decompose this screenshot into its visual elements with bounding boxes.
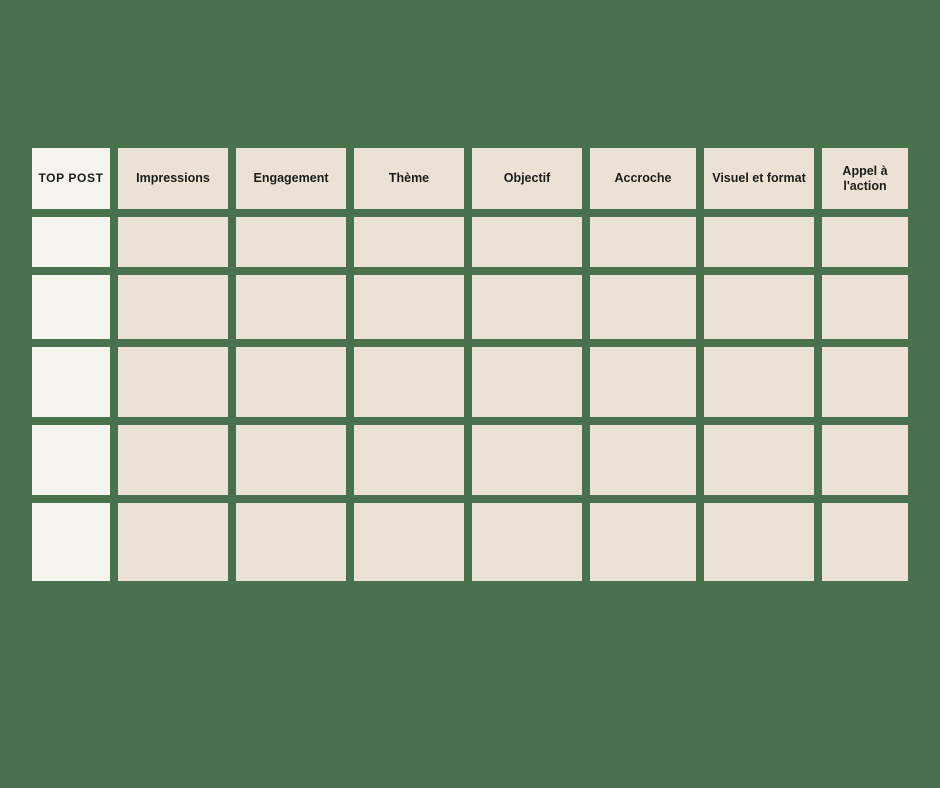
table-cell-engagement[interactable] — [236, 503, 346, 581]
table-cell-top-post[interactable] — [32, 347, 110, 417]
table-cell-impressions[interactable] — [118, 425, 228, 495]
table-row — [32, 503, 908, 581]
table-cell-appel-a-l-action[interactable] — [822, 217, 908, 267]
column-header-label: Thème — [388, 171, 430, 186]
table-cell-objectif[interactable] — [472, 347, 582, 417]
table-cell-impressions[interactable] — [118, 347, 228, 417]
table-cell-top-post[interactable] — [32, 275, 110, 339]
table-cell-appel-a-l-action[interactable] — [822, 275, 908, 339]
table-cell-top-post[interactable] — [32, 217, 110, 267]
table-cell-engagement[interactable] — [236, 217, 346, 267]
table-row — [32, 425, 908, 495]
table-cell-visuel-et-format[interactable] — [704, 425, 814, 495]
table-cell-accroche[interactable] — [590, 275, 696, 339]
table-cell-top-post[interactable] — [32, 503, 110, 581]
table-cell-visuel-et-format[interactable] — [704, 503, 814, 581]
table-cell-accroche[interactable] — [590, 425, 696, 495]
column-header-engagement[interactable]: Engagement — [236, 148, 346, 209]
table-cell-impressions[interactable] — [118, 503, 228, 581]
table-cell-accroche[interactable] — [590, 217, 696, 267]
table-cell-visuel-et-format[interactable] — [704, 217, 814, 267]
table-cell-engagement[interactable] — [236, 347, 346, 417]
top-post-planner-table: TOP POST Impressions Engagement Thème Ob… — [32, 148, 908, 581]
table-cell-theme[interactable] — [354, 503, 464, 581]
table-cell-theme[interactable] — [354, 425, 464, 495]
table-cell-theme[interactable] — [354, 275, 464, 339]
table-cell-impressions[interactable] — [118, 275, 228, 339]
column-header-top-post[interactable]: TOP POST — [32, 148, 110, 209]
table-row — [32, 217, 908, 267]
column-header-impressions[interactable]: Impressions — [118, 148, 228, 209]
table-cell-objectif[interactable] — [472, 425, 582, 495]
column-header-objectif[interactable]: Objectif — [472, 148, 582, 209]
column-header-label: Accroche — [614, 171, 672, 186]
table-cell-visuel-et-format[interactable] — [704, 275, 814, 339]
column-header-label: Appel à l'action — [842, 164, 888, 193]
column-header-label: Impressions — [136, 171, 210, 186]
table-cell-engagement[interactable] — [236, 275, 346, 339]
column-header-label: Engagement — [253, 171, 329, 186]
table-cell-accroche[interactable] — [590, 347, 696, 417]
table-cell-objectif[interactable] — [472, 503, 582, 581]
column-header-label: Objectif — [503, 171, 551, 186]
table-cell-impressions[interactable] — [118, 217, 228, 267]
table-cell-visuel-et-format[interactable] — [704, 347, 814, 417]
page-canvas: TOP POST Impressions Engagement Thème Ob… — [0, 0, 940, 788]
table-cell-objectif[interactable] — [472, 275, 582, 339]
column-header-appel-a-l-action[interactable]: Appel à l'action — [822, 148, 908, 209]
table-header-row: TOP POST Impressions Engagement Thème Ob… — [32, 148, 908, 209]
table-row — [32, 275, 908, 339]
table-cell-theme[interactable] — [354, 217, 464, 267]
column-header-label: TOP POST — [38, 170, 104, 185]
column-header-visuel-et-format[interactable]: Visuel et format — [704, 148, 814, 209]
table-cell-engagement[interactable] — [236, 425, 346, 495]
table-row — [32, 347, 908, 417]
table-cell-accroche[interactable] — [590, 503, 696, 581]
table-cell-appel-a-l-action[interactable] — [822, 503, 908, 581]
column-header-theme[interactable]: Thème — [354, 148, 464, 209]
table-cell-theme[interactable] — [354, 347, 464, 417]
table-cell-appel-a-l-action[interactable] — [822, 347, 908, 417]
table-cell-objectif[interactable] — [472, 217, 582, 267]
column-header-label: Visuel et format — [712, 171, 806, 186]
table-cell-top-post[interactable] — [32, 425, 110, 495]
table-cell-appel-a-l-action[interactable] — [822, 425, 908, 495]
column-header-accroche[interactable]: Accroche — [590, 148, 696, 209]
